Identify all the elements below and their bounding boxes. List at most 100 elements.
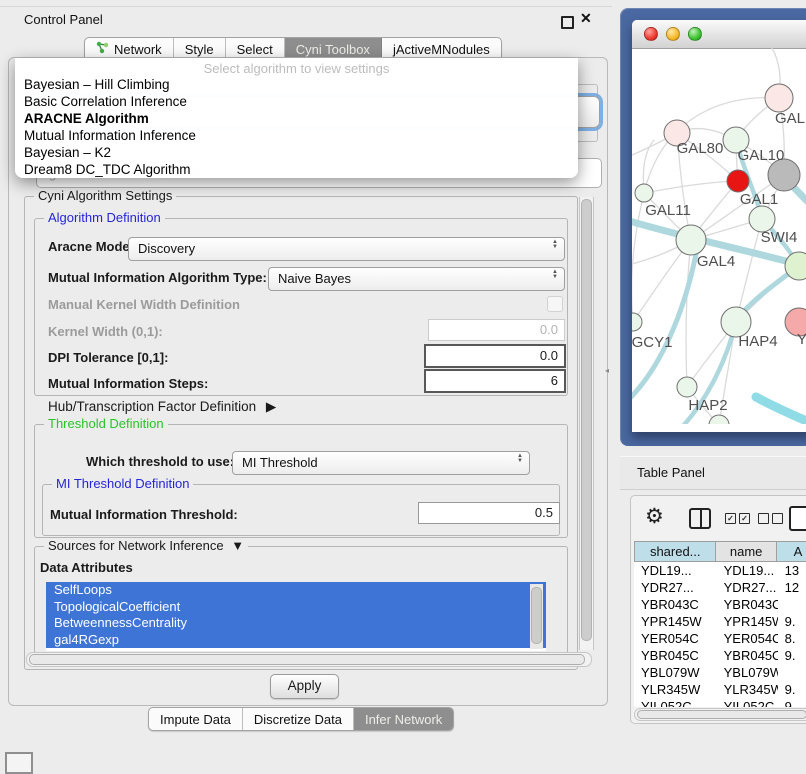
column-header-name[interactable]: name [716,542,776,561]
net-node[interactable] [677,377,697,397]
hub-definition-label[interactable]: Hub/Transcription Factor Definition ▶ [48,399,276,415]
net-node-label-swi4: SWI4 [761,229,798,246]
gear-icon[interactable]: ⚙ [645,504,664,529]
settings-hscroll-thumb[interactable] [29,654,585,665]
table-panel-titlebar: Table Panel [620,456,806,490]
close-traffic-light-icon[interactable] [644,27,658,41]
attr-item-betweennesscentrality[interactable]: BetweennessCentrality [46,615,546,632]
algorithm-definition-title: Algorithm Definition [44,210,165,225]
network-graph[interactable]: GALGAL80GAL10GAL1SWI4GAL11GAL4GCY1HAP4YH… [632,48,806,424]
table-hscroll-thumb[interactable] [637,710,806,719]
attributes-scroll-thumb[interactable] [531,587,542,644]
dpi-tolerance-field[interactable]: 0.0 [424,344,566,368]
net-node[interactable] [676,225,706,255]
table-cell: YIL052C [717,698,778,707]
table-cell: YBR043C [717,596,778,613]
tab-impute-data[interactable]: Impute Data [149,708,243,730]
network-window-titlebar[interactable] [632,20,806,49]
zoom-traffic-light-icon[interactable] [688,27,702,41]
net-edge[interactable] [756,397,806,424]
settings-group-title: Cyni Algorithm Settings [34,188,176,203]
deselect-all-icon[interactable] [758,513,783,524]
net-node[interactable] [727,170,749,192]
popup-item-aracne-algorithm[interactable]: ARACNE Algorithm [15,111,578,128]
table-cell: YER054C [717,630,778,647]
sources-title-text: Sources for Network Inference [48,538,224,553]
table-row[interactable]: YIL052CYIL052C9 [634,698,806,707]
float-window-icon[interactable] [561,16,574,29]
attr-item-topologicalcoefficient[interactable]: TopologicalCoefficient [46,599,546,616]
tab-discretize-data[interactable]: Discretize Data [243,708,354,730]
popup-item-list: Bayesian – Hill ClimbingBasic Correlatio… [15,77,578,178]
table-row[interactable]: YER054CYER054C8. [634,630,806,647]
stepper-arrows-icon: ▲▼ [552,270,558,280]
table-horizontal-scrollbar[interactable] [634,708,806,721]
popup-item-bayesian-k2[interactable]: Bayesian – K2 [15,145,578,162]
table-function-icon[interactable] [789,506,806,531]
popup-item-mutual-information-inference[interactable]: Mutual Information Inference [15,128,578,145]
table-row[interactable]: YLR345WYLR345W9. [634,681,806,698]
popup-item-dream8-dc-tdc-algorithm[interactable]: Dream8 DC_TDC Algorithm [15,162,578,178]
column-header-a[interactable]: A [777,542,806,561]
table-row[interactable]: YDR27...YDR27...12 [634,579,806,596]
settings-vscroll-thumb[interactable] [581,199,592,641]
table-row[interactable]: YDL19...YDL19...13 [634,562,806,579]
net-node-label-gal11: GAL11 [645,202,691,219]
net-edge[interactable] [686,240,691,387]
table-cell: YBR045C [717,647,778,664]
panel-splitter-handle[interactable]: ◂ [605,366,609,375]
net-node[interactable] [765,84,793,112]
table-panel-card: ⚙ ✓✓ shared...nameA YDL19...YDL19...13YD… [630,495,806,724]
table-cell: YIL052C [634,698,717,707]
apply-button[interactable]: Apply [270,674,339,699]
net-edge[interactable] [632,193,644,322]
popup-item-basic-correlation-inference[interactable]: Basic Correlation Inference [15,94,578,111]
popup-item-bayesian-hill-climbing[interactable]: Bayesian – Hill Climbing [15,77,578,94]
tab-infer-network[interactable]: Infer Network [354,708,453,730]
table-cell: 12 [778,579,806,596]
close-panel-icon[interactable]: ✕ [580,10,592,27]
attr-item-gal4rgexp[interactable]: gal4RGexp [46,632,546,649]
data-attributes-list[interactable]: SelfLoopsTopologicalCoefficientBetweenne… [46,582,546,651]
network-canvas[interactable]: GALGAL80GAL10GAL1SWI4GAL11GAL4GCY1HAP4YH… [632,48,806,424]
table-cell: YER054C [634,630,717,647]
net-node-label-gal: GAL [775,110,805,127]
settings-vertical-scrollbar[interactable] [579,197,594,650]
which-threshold-combobox[interactable]: MI Threshold ▲▼ [232,451,530,475]
mi-type-combobox[interactable]: Naive Bayes ▲▼ [268,267,565,291]
table-toolbar: ⚙ ✓✓ [631,496,806,540]
minimized-panel-box[interactable] [5,752,33,774]
select-all-icon[interactable]: ✓✓ [725,513,750,524]
net-node-label-y: Y [797,331,806,348]
which-threshold-label: Which threshold to use: [86,454,234,469]
kernel-width-label: Kernel Width (0,1): [48,324,163,339]
table-row[interactable]: YPR145WYPR145W9. [634,613,806,630]
net-node-label-gal10: GAL10 [738,147,785,164]
attributes-list-scrollbar[interactable] [530,584,543,649]
net-node[interactable] [635,184,653,202]
table-cell: YDR27... [634,579,717,596]
net-edge[interactable] [644,181,738,193]
minimize-traffic-light-icon[interactable] [666,27,680,41]
column-header-shared[interactable]: shared... [635,542,716,561]
table-cell: 8. [778,630,806,647]
mi-threshold-field[interactable]: 0.5 [418,502,560,524]
tab-label: jActiveMNodules [393,42,490,57]
aracne-mode-combobox[interactable]: Discovery ▲▼ [128,237,565,261]
attr-item-selfloops[interactable]: SelfLoops [46,582,546,599]
mi-steps-field[interactable]: 6 [424,369,566,393]
network-icon [96,41,109,57]
manual-kernel-checkbox[interactable] [547,296,563,312]
sources-group-title[interactable]: Sources for Network Inference ▼ [44,538,248,553]
table-row[interactable]: YBR045CYBR045C9. [634,647,806,664]
settings-horizontal-scrollbar[interactable] [26,652,592,667]
table-row[interactable]: YBR043CYBR043C [634,596,806,613]
net-node[interactable] [632,313,642,331]
tab-label: Cyni Toolbox [296,42,370,57]
expand-arrow-icon[interactable]: ▶ [266,399,276,414]
table-row[interactable]: YBL079WYBL079W [634,664,806,681]
collapse-arrow-icon[interactable]: ▼ [231,538,244,553]
kernel-width-field[interactable]: 0.0 [428,319,565,341]
algorithm-dropdown-popup: Select algorithm to view settings Bayesi… [15,58,578,178]
columns-icon[interactable] [689,508,711,529]
